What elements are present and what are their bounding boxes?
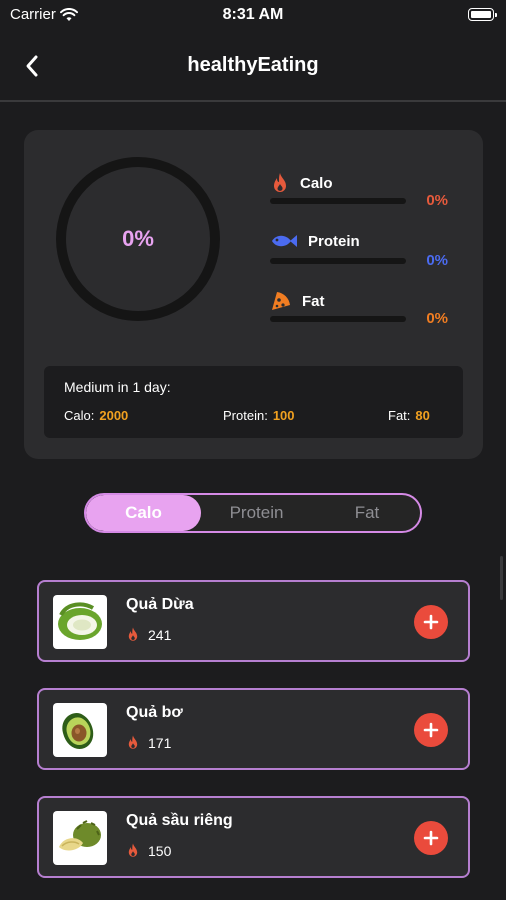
nav-divider <box>0 100 506 102</box>
macro-fat-label: Fat <box>302 292 325 310</box>
food-name: Quả sầu riêng <box>126 812 233 829</box>
food-calories-value: 171 <box>148 734 172 751</box>
add-food-button[interactable] <box>414 713 448 747</box>
macro-calo-bar <box>270 198 406 204</box>
food-name: Quả bơ <box>126 704 183 721</box>
progress-ring-value: 0% <box>122 226 154 251</box>
daily-target-calo: Calo: 2000 <box>64 408 128 423</box>
food-calories: 150 <box>126 842 171 859</box>
status-bar: Carrier 8:31 AM <box>0 0 506 30</box>
macro-fat-percent: 0% <box>426 310 448 327</box>
daily-target-fat-value: 80 <box>415 408 430 423</box>
nutrition-summary-card: 0% Calo 0% Protein 0% Fat 0% Medium in 1… <box>24 130 483 459</box>
add-food-button[interactable] <box>414 821 448 855</box>
macro-fat: Fat 0% <box>270 290 460 336</box>
nutrient-tab-control: Calo Protein Fat <box>84 493 422 533</box>
food-calories-value: 241 <box>148 626 172 643</box>
tab-fat[interactable]: Fat <box>312 495 420 531</box>
macro-protein-bar <box>270 258 406 264</box>
plus-icon <box>423 722 439 738</box>
flame-icon <box>128 843 138 857</box>
daily-target-protein: Protein: 100 <box>223 408 295 423</box>
macro-calo-percent: 0% <box>426 192 448 209</box>
macro-calo-label: Calo <box>300 174 333 192</box>
daily-target-box: Medium in 1 day: Calo: 2000 Protein: 100 F… <box>44 366 463 438</box>
flame-icon <box>128 627 138 641</box>
daily-target-fat-label: Fat: <box>388 408 411 423</box>
macro-protein-label: Protein <box>308 232 360 250</box>
fish-icon <box>272 235 297 247</box>
food-calories-value: 150 <box>148 842 172 859</box>
food-item[interactable]: Quả Dừa 241 <box>37 580 470 662</box>
flame-icon <box>128 735 138 749</box>
food-item[interactable]: Quả sầu riêng 150 <box>37 796 470 878</box>
flame-icon <box>274 173 286 192</box>
macro-calo: Calo 0% <box>270 172 460 218</box>
daily-target-calo-label: Calo: <box>64 408 95 423</box>
food-name: Quả Dừa <box>126 596 194 613</box>
macro-fat-bar <box>270 316 406 322</box>
plus-icon <box>423 614 439 630</box>
daily-target-protein-value: 100 <box>272 408 295 423</box>
battery-icon <box>468 8 497 21</box>
daily-target-calo-value: 2000 <box>99 408 129 423</box>
pizza-icon <box>272 292 290 310</box>
nav-bar: healthyEating <box>0 40 506 98</box>
scroll-indicator[interactable] <box>500 556 503 600</box>
food-calories: 171 <box>126 734 171 751</box>
tab-calo[interactable]: Calo <box>86 495 201 531</box>
macro-protein-percent: 0% <box>426 252 448 269</box>
tab-protein[interactable]: Protein <box>201 495 312 531</box>
daily-target-title: Medium in 1 day: <box>64 379 171 395</box>
food-calories: 241 <box>126 626 171 643</box>
add-food-button[interactable] <box>414 605 448 639</box>
plus-icon <box>423 830 439 846</box>
daily-target-protein-label: Protein: <box>223 408 268 423</box>
page-title: healthyEating <box>187 54 319 76</box>
daily-target-fat: Fat: 80 <box>388 408 430 423</box>
progress-ring: 0% <box>53 157 235 321</box>
coconut-image <box>53 595 107 649</box>
durian-image <box>53 811 107 865</box>
food-item[interactable]: Quả bơ 171 <box>37 688 470 770</box>
macro-protein: Protein 0% <box>270 232 460 278</box>
avocado-image <box>53 703 107 757</box>
status-time: 8:31 AM <box>222 6 284 23</box>
